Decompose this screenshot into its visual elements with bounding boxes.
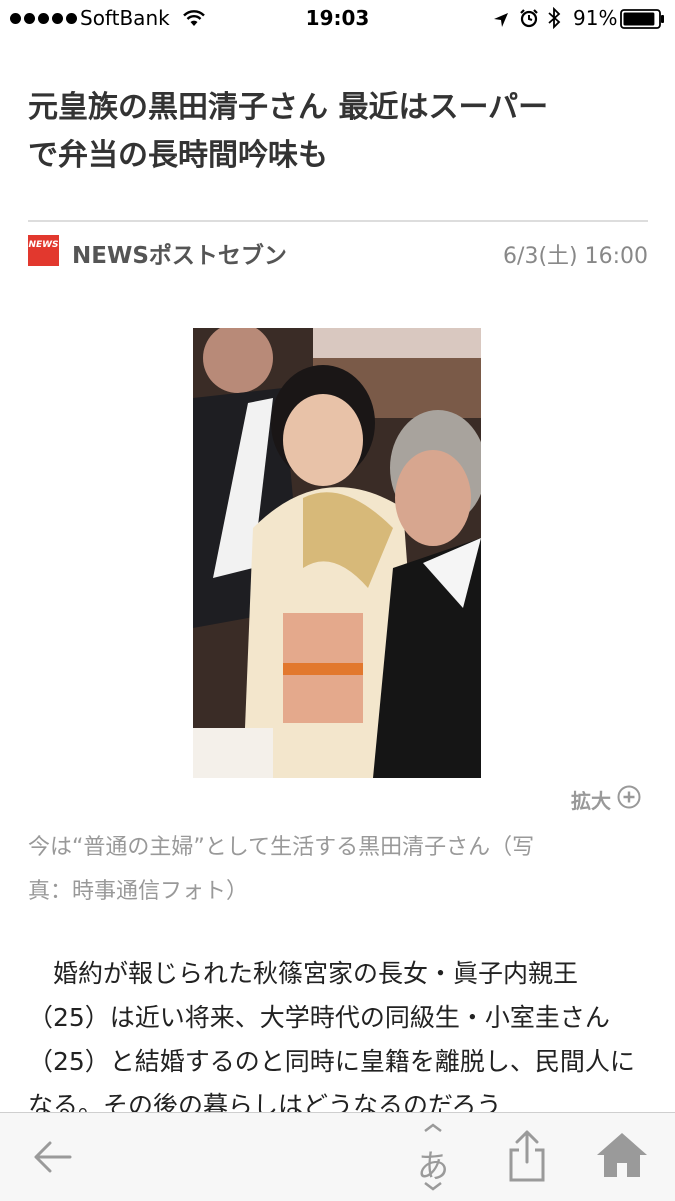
home-button[interactable]	[595, 1131, 649, 1183]
alarm-icon	[519, 8, 539, 33]
source-row: NEWS NEWSポストセブン 6/3(土) 16:00	[28, 234, 648, 274]
news-post-seven-logo[interactable]: NEWS	[28, 235, 59, 266]
bottom-toolbar: あ	[0, 1112, 675, 1201]
plus-circle-icon	[617, 785, 641, 813]
headline-line-2: で弁当の長時間吟味も	[28, 138, 328, 173]
header-divider	[28, 220, 648, 222]
status-bar: SoftBank 19:03 91%	[0, 0, 675, 38]
zoom-button[interactable]: 拡大	[571, 785, 641, 813]
battery-icon	[620, 9, 666, 34]
location-arrow-icon	[493, 9, 509, 33]
headline-line-1: 元皇族の黒田清子さん 最近はスーパー	[28, 90, 549, 125]
article-body: 婚約が報じられた秋篠宮家の長女・眞子内親王（25）は近い将来、大学時代の同級生・…	[28, 959, 635, 1120]
article-photo[interactable]	[193, 328, 481, 778]
home-icon	[595, 1133, 649, 1183]
photo-caption: 今は“普通の主婦”として生活する黒田清子さん（写 真：時事通信フォト）	[28, 835, 535, 904]
article-headline: 元皇族の黒田清子さん 最近はスーパー で弁当の長時間吟味も	[28, 84, 628, 180]
back-arrow-icon	[30, 1141, 74, 1183]
share-button[interactable]	[505, 1128, 549, 1188]
publish-time: 6/3(土) 16:00	[503, 244, 648, 269]
source-name[interactable]: NEWSポストセブン	[72, 236, 287, 270]
battery-percent: 91%	[573, 6, 618, 30]
share-icon	[505, 1130, 549, 1188]
font-glyph: あ	[416, 1147, 449, 1185]
font-size-button[interactable]: あ	[408, 1123, 458, 1193]
bluetooth-icon	[546, 6, 562, 34]
back-button[interactable]	[30, 1135, 74, 1183]
zoom-label: 拡大	[571, 788, 611, 813]
